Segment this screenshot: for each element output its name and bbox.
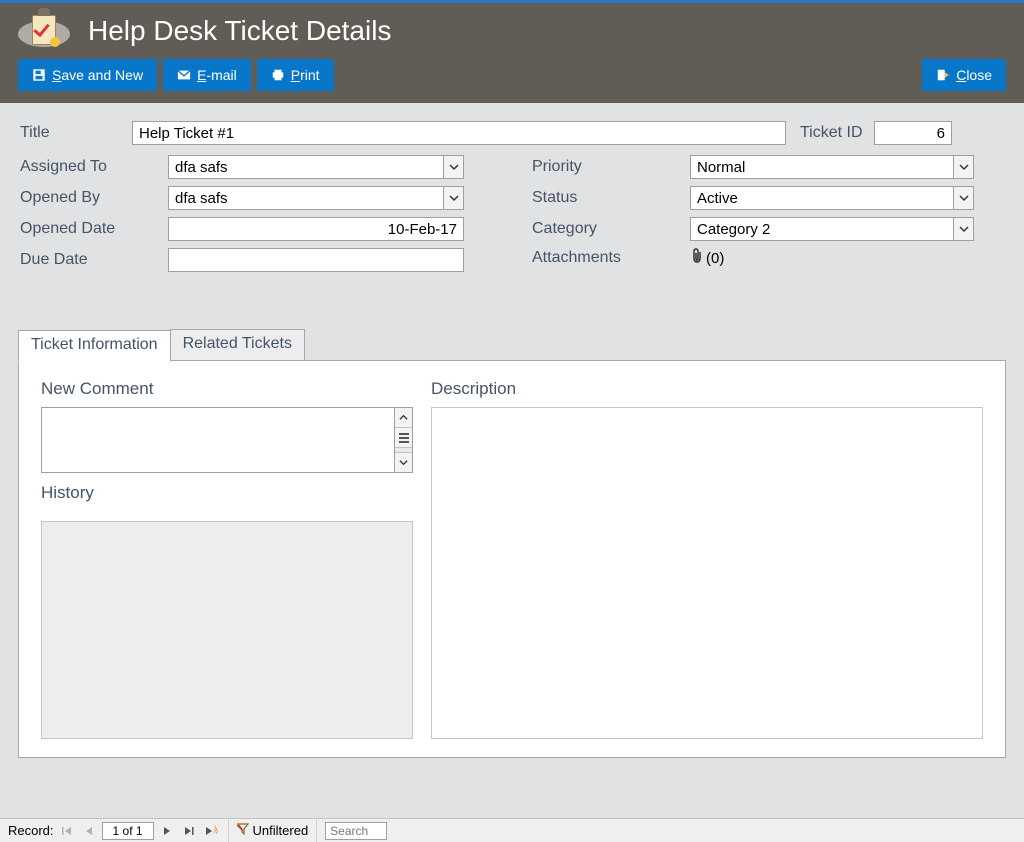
nav-last-icon[interactable] [180, 822, 198, 840]
print-icon [271, 68, 285, 82]
close-button[interactable]: Close [922, 59, 1006, 91]
chevron-down-icon[interactable] [444, 155, 464, 179]
scroll-thumb-icon[interactable] [395, 428, 412, 448]
nav-next-icon[interactable] [158, 822, 176, 840]
nav-first-icon[interactable] [58, 822, 76, 840]
chevron-down-icon[interactable] [954, 155, 974, 179]
opened-by-input[interactable] [168, 186, 444, 210]
scroll-down-icon[interactable] [395, 452, 412, 472]
page-title: Help Desk Ticket Details [88, 15, 391, 47]
due-date-label: Due Date [20, 251, 168, 269]
title-label: Title [20, 124, 132, 142]
email-button[interactable]: E-mail [163, 59, 251, 91]
form-area: Title Ticket ID Assigned To Opened By [0, 103, 1024, 289]
chevron-down-icon[interactable] [954, 217, 974, 241]
comment-scrollbar[interactable] [394, 408, 412, 472]
record-label: Record: [8, 823, 54, 838]
opened-date-input[interactable] [168, 217, 464, 241]
new-comment-field[interactable] [41, 407, 413, 473]
scroll-track[interactable] [395, 448, 412, 452]
filter-icon[interactable] [237, 823, 249, 838]
status-combo[interactable] [690, 186, 974, 210]
nav-new-icon[interactable]: ✲ [202, 822, 220, 840]
opened-by-label: Opened By [20, 189, 168, 207]
assigned-to-input[interactable] [168, 155, 444, 179]
history-label: History [41, 483, 413, 503]
paperclip-icon [690, 248, 704, 268]
due-date-input[interactable] [168, 248, 464, 272]
record-navigator: Record: ✲ Unfiltered [0, 818, 1024, 842]
print-label: rint [300, 67, 319, 83]
tab-related-tickets[interactable]: Related Tickets [170, 329, 305, 361]
category-combo[interactable] [690, 217, 974, 241]
svg-text:✲: ✲ [213, 827, 218, 836]
record-search-input[interactable] [325, 822, 387, 840]
ticket-id-label: Ticket ID [800, 124, 874, 142]
close-label: lose [966, 67, 992, 83]
save-and-new-button[interactable]: Save and New [18, 59, 157, 91]
status-input[interactable] [690, 186, 954, 210]
save-icon [32, 68, 46, 82]
tab-area: Ticket Information Related Tickets New C… [0, 329, 1024, 758]
nav-prev-icon[interactable] [80, 822, 98, 840]
attachments-count: (0) [706, 250, 724, 267]
opened-by-combo[interactable] [168, 186, 464, 210]
description-box[interactable] [431, 407, 983, 739]
opened-date-label: Opened Date [20, 220, 168, 238]
filter-state: Unfiltered [253, 823, 309, 838]
record-position-input[interactable] [102, 822, 154, 840]
priority-input[interactable] [690, 155, 954, 179]
attachments-label: Attachments [532, 249, 690, 267]
chevron-down-icon[interactable] [444, 186, 464, 210]
tab-ticket-information[interactable]: Ticket Information [18, 330, 171, 362]
save-and-new-label: ave and New [61, 67, 143, 83]
status-label: Status [532, 189, 690, 207]
new-comment-label: New Comment [41, 379, 413, 399]
scroll-up-icon[interactable] [395, 408, 412, 428]
ticket-id-input[interactable] [874, 121, 952, 145]
assigned-to-combo[interactable] [168, 155, 464, 179]
priority-label: Priority [532, 158, 690, 176]
header-bar: Help Desk Ticket Details Save and New E-… [0, 3, 1024, 103]
priority-combo[interactable] [690, 155, 974, 179]
assigned-to-label: Assigned To [20, 158, 168, 176]
category-input[interactable] [690, 217, 954, 241]
clipboard-check-icon [18, 11, 70, 51]
title-input[interactable] [132, 121, 786, 145]
chevron-down-icon[interactable] [954, 186, 974, 210]
category-label: Category [532, 220, 690, 238]
print-button[interactable]: Print [257, 59, 334, 91]
description-label: Description [431, 379, 983, 399]
new-comment-textarea[interactable] [42, 408, 394, 472]
door-exit-icon [936, 68, 950, 82]
attachments-control[interactable]: (0) [690, 248, 724, 268]
history-box [41, 521, 413, 739]
email-label: -mail [206, 67, 236, 83]
tab-panel-ticket-information: New Comment History Description [18, 360, 1006, 758]
mail-icon [177, 68, 191, 82]
